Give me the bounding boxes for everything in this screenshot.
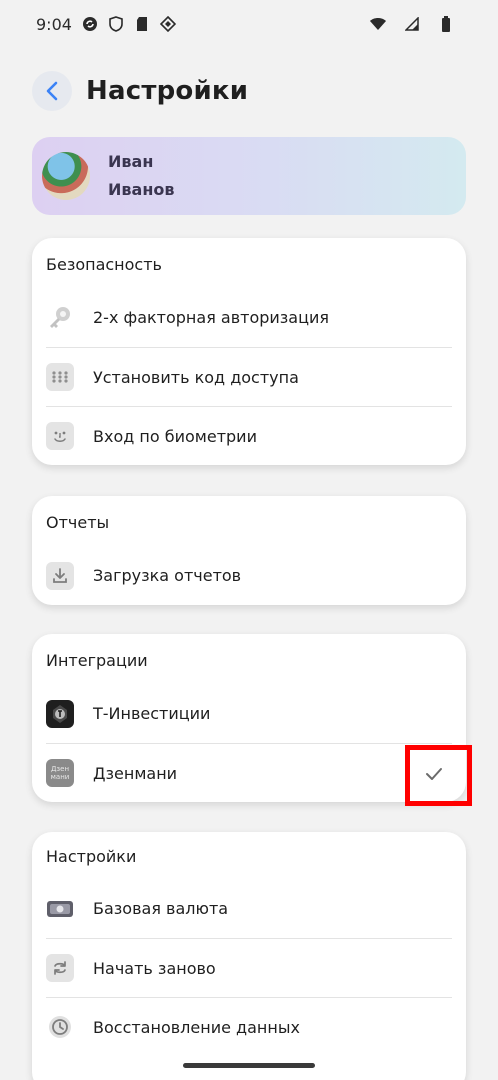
row-data-recovery[interactable]: Восстановление данных — [46, 997, 452, 1056]
profile-names: Иван Иванов — [108, 148, 174, 204]
page-title: Настройки — [86, 76, 249, 106]
sd-card-icon — [132, 14, 152, 34]
zenmoney-logo-text: Дзен мани — [50, 765, 70, 781]
section-title-integrations: Интеграции — [46, 650, 148, 670]
row-label: Вход по биометрии — [93, 426, 257, 446]
chevron-left-icon — [46, 81, 58, 101]
key-icon — [46, 304, 74, 332]
row-zenmoney[interactable]: Дзен мани Дзенмани — [46, 743, 452, 802]
battery-icon — [436, 14, 456, 34]
history-icon — [46, 1013, 74, 1041]
t-investments-logo-icon — [46, 699, 74, 728]
shield-icon — [106, 14, 126, 34]
cell-signal-icon — [402, 14, 422, 34]
settings-card: Настройки Базовая валюта Начать заново В… — [32, 832, 466, 1080]
row-biometric-login[interactable]: Вход по биометрии — [46, 406, 452, 465]
reports-card: Отчеты Загрузка отчетов — [32, 496, 466, 605]
sync-icon — [80, 14, 100, 34]
row-label: Базовая валюта — [93, 899, 229, 918]
row-label: Загрузка отчетов — [93, 566, 242, 585]
row-t-investments[interactable]: Т-Инвестиции — [46, 684, 452, 743]
row-base-currency[interactable]: Базовая валюта — [46, 879, 452, 938]
keypad-icon — [46, 363, 74, 391]
row-label: 2-х факторная авторизация — [93, 308, 330, 327]
profile-card[interactable]: Иван Иванов — [32, 137, 466, 215]
section-title-reports: Отчеты — [46, 512, 110, 532]
security-card: Безопасность 2-х факторная авторизация У… — [32, 238, 466, 465]
back-button[interactable] — [32, 71, 72, 111]
highlight-box — [405, 745, 472, 806]
wifi-icon — [368, 14, 388, 34]
profile-last-name: Иванов — [108, 180, 175, 199]
row-label: Дзенмани — [93, 763, 178, 783]
zenmoney-logo-icon: Дзен мани — [46, 759, 74, 787]
download-icon — [46, 561, 74, 590]
section-title-settings: Настройки — [46, 847, 137, 866]
row-label: Восстановление данных — [93, 1017, 300, 1037]
home-indicator[interactable] — [183, 1063, 315, 1068]
status-time: 9:04 — [36, 14, 72, 34]
face-id-icon — [46, 422, 74, 450]
avatar — [42, 152, 90, 200]
row-label: Начать заново — [93, 958, 216, 978]
row-label: Т-Инвестиции — [93, 704, 211, 723]
integrations-card: Интеграции Т-Инвестиции Дзен мани Дзенма… — [32, 634, 466, 802]
banknote-icon — [46, 895, 74, 923]
row-set-passcode[interactable]: Установить код доступа — [46, 347, 452, 406]
section-title-security: Безопасность — [46, 254, 162, 274]
restart-icon — [46, 954, 74, 982]
row-restart[interactable]: Начать заново — [46, 938, 452, 997]
row-download-reports[interactable]: Загрузка отчетов — [46, 546, 452, 605]
diamond-icon — [158, 14, 178, 34]
row-two-factor-auth[interactable]: 2-х факторная авторизация — [46, 288, 452, 347]
row-label: Установить код доступа — [93, 367, 299, 387]
status-bar: 9:04 — [0, 0, 498, 48]
header: Настройки — [32, 68, 248, 114]
profile-first-name: Иван — [108, 152, 154, 171]
